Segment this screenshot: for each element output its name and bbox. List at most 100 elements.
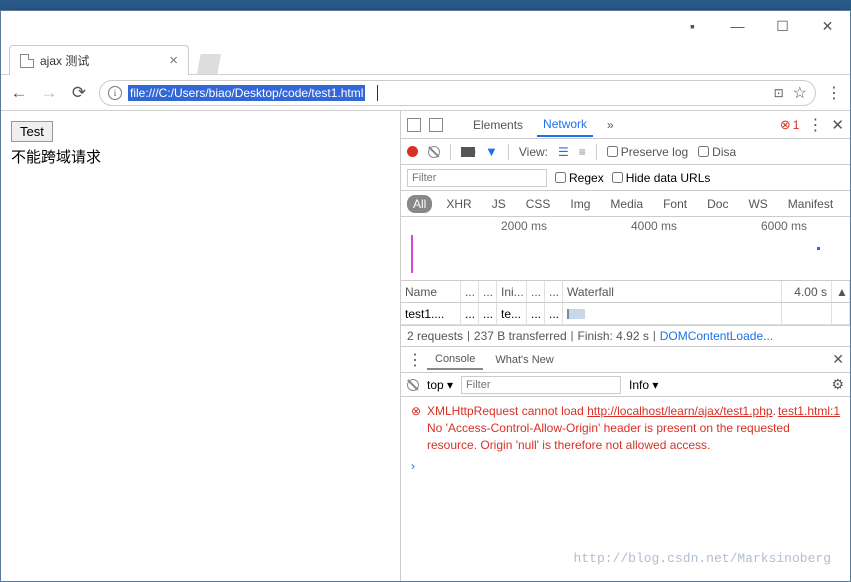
file-icon: [20, 54, 34, 68]
preserve-log-checkbox[interactable]: Preserve log: [607, 145, 688, 159]
type-other[interactable]: Other: [847, 195, 850, 213]
type-manifest[interactable]: Manifest: [782, 195, 839, 213]
timeline-overview[interactable]: 2000 ms 4000 ms 6000 ms: [401, 217, 850, 281]
request-header-row: Name ... ... Ini... ... ... Waterfall 4.…: [401, 281, 850, 303]
content-area: Test 不能跨域请求 Elements Network » 1 ⋮ ✕: [1, 111, 850, 581]
summary-requests: 2 requests: [407, 329, 463, 343]
request-row[interactable]: test1.... ...... te... ......: [401, 303, 850, 325]
devtools-tabbar: Elements Network » 1 ⋮ ✕: [401, 111, 850, 139]
page-text: 不能跨域请求: [11, 146, 390, 167]
console-settings-icon[interactable]: ⚙: [831, 376, 844, 393]
console-level[interactable]: Info ▾: [629, 378, 658, 392]
view-label: View:: [519, 145, 548, 159]
network-toolbar: ▼ View: ☰ ≡ Preserve log Disa: [401, 139, 850, 165]
text-cursor: [377, 85, 378, 101]
summary-finish: Finish: 4.92 s: [577, 329, 648, 343]
drawer-close-icon[interactable]: ✕: [832, 351, 844, 368]
error-count[interactable]: 1: [780, 117, 800, 133]
filter-input[interactable]: [407, 169, 547, 187]
minimize-button[interactable]: —: [715, 11, 760, 41]
tab-more[interactable]: »: [601, 114, 620, 136]
url-text: file:///C:/Users/biao/Desktop/code/test1…: [128, 85, 365, 101]
console-error[interactable]: test1.html:1 XMLHttpRequest cannot load …: [411, 403, 840, 453]
col-waterfall[interactable]: Waterfall: [563, 281, 782, 302]
col-time: 4.00 s: [782, 281, 832, 302]
record-button[interactable]: [407, 146, 418, 157]
console-clear-button[interactable]: [407, 379, 419, 391]
col-initiator[interactable]: Ini...: [497, 281, 527, 302]
browser-tab[interactable]: ajax 测试 ×: [9, 45, 189, 75]
tick-6000: 6000 ms: [761, 219, 807, 233]
waterfall-bar: [567, 309, 585, 319]
bookmark-icon[interactable]: ☆: [793, 83, 807, 103]
drawer-tab-console[interactable]: Console: [427, 350, 483, 370]
network-summary: 2 requests | 237 B transferred | Finish:…: [401, 325, 850, 347]
watermark: http://blog.csdn.net/Marksinoberg: [574, 551, 831, 566]
browser-window: ▪ — ☐ ✕ ajax 测试 × ← → ⟳ i file:///C:/Use…: [0, 10, 851, 582]
clear-button[interactable]: [428, 146, 440, 158]
devtools-panel: Elements Network » 1 ⋮ ✕ ▼ View: ☰ ≡: [401, 111, 850, 581]
filter-icon[interactable]: ▼: [485, 144, 498, 159]
device-icon[interactable]: [429, 118, 443, 132]
drawer-tabbar: ⋮ Console What's New ✕: [401, 347, 850, 373]
type-ws[interactable]: WS: [742, 195, 773, 213]
tab-network[interactable]: Network: [537, 113, 593, 137]
back-button[interactable]: ←: [9, 83, 29, 103]
type-css[interactable]: CSS: [520, 195, 557, 213]
type-filter-row: All XHR JS CSS Img Media Font Doc WS Man…: [401, 191, 850, 217]
timeline-dot: [817, 247, 820, 250]
drawer-menu[interactable]: ⋮: [407, 350, 423, 370]
user-icon[interactable]: ▪: [670, 11, 715, 41]
nav-toolbar: ← → ⟳ i file:///C:/Users/biao/Desktop/co…: [1, 75, 850, 111]
type-js[interactable]: JS: [486, 195, 512, 213]
console-prompt[interactable]: ›: [411, 459, 840, 473]
timeline-bar: [411, 235, 413, 273]
screenshot-icon[interactable]: [461, 147, 475, 157]
address-bar[interactable]: i file:///C:/Users/biao/Desktop/code/tes…: [99, 80, 816, 106]
col-dots[interactable]: ...: [461, 281, 479, 302]
tab-elements[interactable]: Elements: [467, 114, 529, 136]
drawer-tab-whatsnew[interactable]: What's New: [487, 351, 561, 369]
tab-strip: ajax 测试 ×: [1, 41, 850, 75]
console-toolbar: top ▾ Info ▾ ⚙: [401, 373, 850, 397]
forward-button[interactable]: →: [39, 83, 59, 103]
regex-checkbox[interactable]: Regex: [555, 171, 604, 185]
console-context[interactable]: top ▾: [427, 378, 453, 392]
tab-close-icon[interactable]: ×: [169, 52, 178, 69]
error-source-link[interactable]: test1.html:1: [778, 403, 840, 420]
view-large-icon[interactable]: ☰: [558, 145, 569, 159]
scroll-up-icon[interactable]: ▲: [832, 281, 850, 302]
type-doc[interactable]: Doc: [701, 195, 734, 213]
devtools-close-icon[interactable]: ✕: [831, 116, 844, 134]
hide-data-urls-checkbox[interactable]: Hide data URLs: [612, 171, 711, 185]
view-small-icon[interactable]: ≡: [579, 145, 586, 159]
req-name: test1....: [401, 303, 461, 324]
col-name[interactable]: Name: [401, 281, 461, 302]
type-all[interactable]: All: [407, 195, 432, 213]
disable-cache-checkbox[interactable]: Disa: [698, 145, 736, 159]
devtools-menu[interactable]: ⋮: [807, 115, 823, 135]
type-media[interactable]: Media: [604, 195, 649, 213]
console-filter-input[interactable]: [461, 376, 621, 394]
info-icon[interactable]: i: [108, 86, 122, 100]
filter-row: Regex Hide data URLs: [401, 165, 850, 191]
error-url-link[interactable]: http://localhost/learn/ajax/test1.php: [587, 404, 772, 418]
tick-2000: 2000 ms: [501, 219, 547, 233]
menu-button[interactable]: ⋮: [826, 83, 842, 103]
reload-button[interactable]: ⟳: [69, 83, 89, 103]
tick-4000: 4000 ms: [631, 219, 677, 233]
new-tab-button[interactable]: [197, 54, 221, 74]
type-xhr[interactable]: XHR: [440, 195, 477, 213]
type-font[interactable]: Font: [657, 195, 693, 213]
maximize-button[interactable]: ☐: [760, 11, 805, 41]
tab-title: ajax 测试: [40, 52, 163, 69]
close-button[interactable]: ✕: [805, 11, 850, 41]
translate-icon[interactable]: ⊡: [771, 85, 787, 101]
req-initiator: te...: [497, 303, 527, 324]
window-titlebar: ▪ — ☐ ✕: [1, 11, 850, 41]
summary-bytes: 237 B transferred: [474, 329, 567, 343]
page-content: Test 不能跨域请求: [1, 111, 401, 581]
inspect-icon[interactable]: [407, 118, 421, 132]
test-button[interactable]: Test: [11, 121, 53, 142]
type-img[interactable]: Img: [564, 195, 596, 213]
